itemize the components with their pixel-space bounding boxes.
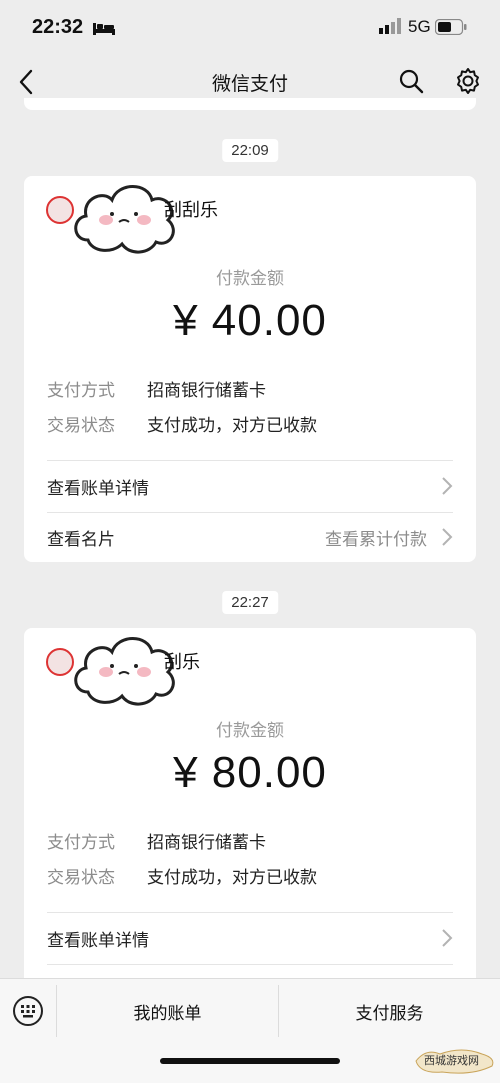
bill-detail-label: 查看账单详情 [47, 931, 149, 951]
watermark: 西城游戏网 [412, 1046, 496, 1076]
pay-method-label: 支付方式 [47, 833, 115, 853]
divider [47, 912, 453, 913]
bill-detail-link[interactable]: 查看账单详情 [47, 462, 453, 512]
merchant-name: 刮乐 [164, 652, 200, 673]
status-label: 交易状态 [47, 416, 115, 436]
amount-label: 付款金额 [216, 721, 284, 741]
sleep-mode-icon [93, 23, 115, 35]
pay-method-label: 支付方式 [47, 381, 115, 401]
status-time: 22:32 [32, 16, 84, 38]
network-type: 5G [408, 17, 431, 36]
bill-detail-label: 查看账单详情 [47, 479, 149, 499]
cumulative-payment-link[interactable]: 查看累计付款 [325, 525, 427, 550]
battery-icon [435, 19, 467, 35]
back-icon[interactable] [12, 66, 44, 98]
search-icon[interactable] [397, 67, 425, 95]
message-timestamp: 22:09 [222, 139, 278, 162]
pay-method-row: 支付方式 招商银行储蓄卡 [47, 376, 266, 401]
pay-method-value: 招商银行储蓄卡 [147, 381, 266, 401]
pay-method-value: 招商银行储蓄卡 [147, 833, 266, 853]
business-card-label: 查看名片 [47, 530, 115, 550]
chevron-right-icon [442, 929, 453, 947]
payment-card[interactable]: 刮刮乐 付款金额 ¥ 40.00 支付方式 招商银行储蓄卡 交易状态 支付成功，对方… [24, 176, 476, 562]
my-bills-tab[interactable]: 我的账单 [57, 999, 278, 1024]
status-value: 支付成功，对方已收款 [147, 416, 317, 436]
home-indicator[interactable] [160, 1058, 340, 1064]
watermark-text: 西城游戏网 [424, 1054, 479, 1067]
status-value: 支付成功，对方已收款 [147, 868, 317, 888]
page-title: 微信支付 [211, 73, 288, 95]
status-row: 交易状态 支付成功，对方已收款 [47, 863, 317, 888]
previous-card-edge [24, 98, 476, 110]
payment-services-tab[interactable]: 支付服务 [279, 999, 500, 1024]
status-bar: 22:32 5G [0, 0, 500, 56]
pay-method-row: 支付方式 招商银行储蓄卡 [47, 828, 266, 853]
divider [47, 460, 453, 461]
payment-amount: ¥ 40.00 [173, 296, 327, 345]
merchant-name: 刮刮乐 [164, 200, 218, 221]
status-row: 交易状态 支付成功，对方已收款 [47, 411, 317, 436]
chevron-right-icon [442, 528, 453, 546]
status-label: 交易状态 [47, 868, 115, 888]
payment-amount: ¥ 80.00 [173, 748, 327, 797]
bill-detail-link[interactable]: 查看账单详情 [47, 914, 453, 964]
signal-icon [379, 18, 401, 34]
gear-icon[interactable] [453, 66, 483, 96]
message-timestamp: 22:27 [222, 591, 278, 614]
keyboard-toggle-icon[interactable] [12, 995, 44, 1027]
amount-label: 付款金额 [216, 269, 284, 289]
divider [47, 964, 453, 965]
chevron-right-icon [442, 477, 453, 495]
business-card-link[interactable]: 查看名片 查看累计付款 [47, 513, 453, 563]
payment-card[interactable]: 刮乐 付款金额 ¥ 80.00 支付方式 招商银行储蓄卡 交易状态 支付成功，对方已… [24, 628, 476, 988]
